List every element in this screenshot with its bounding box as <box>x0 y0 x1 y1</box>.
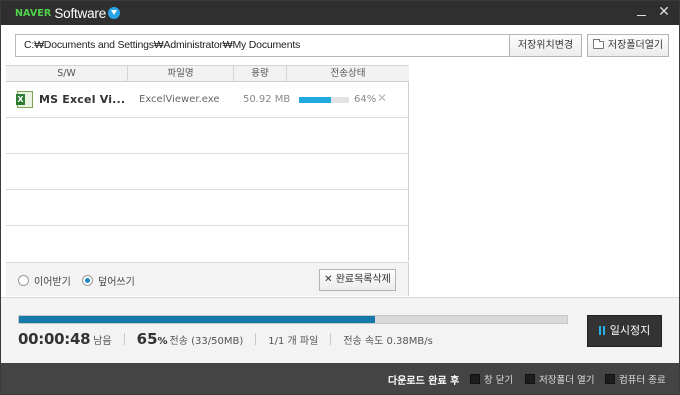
save-path-field[interactable]: C:₩Documents and Settings₩Administrator₩… <box>15 34 510 57</box>
open-folder-button[interactable]: 저장폴더열기 <box>587 34 669 57</box>
checkbox-icon <box>605 374 615 384</box>
pause-icon <box>598 326 605 335</box>
radio-circle-icon <box>18 275 29 286</box>
brand-software-text: Software <box>54 5 107 21</box>
software-name: MS Excel Vi... <box>39 93 126 106</box>
change-location-button[interactable]: 저장위치변경 <box>509 34 582 57</box>
checkbox-icon <box>470 374 480 384</box>
table-header: S/W 파일명 용량 전송상태 <box>6 65 409 82</box>
pause-button[interactable]: 일시정지 <box>587 315 662 347</box>
status-area: 00:00:48 남음 65 % 전송 (33/50MB) 1/1 개 파일 전… <box>1 297 679 363</box>
resume-radio[interactable]: 이어받기 <box>18 273 71 288</box>
divider <box>255 333 257 345</box>
checkbox-icon <box>525 374 535 384</box>
row-progress-bar <box>299 97 349 103</box>
open-folder-option-label: 저장폴더 열기 <box>539 375 595 386</box>
transfer-speed: 전송 속도 0.38MB/s <box>343 336 433 347</box>
column-header-status[interactable]: 전송상태 <box>287 66 409 82</box>
folder-icon <box>592 39 604 49</box>
download-manager-window: NAVER Software ✕ C:₩Documents and Settin… <box>0 0 680 395</box>
column-header-filename[interactable]: 파일명 <box>128 66 234 82</box>
column-header-size[interactable]: 용량 <box>234 66 287 82</box>
file-count: 1/1 개 파일 <box>268 336 319 347</box>
shutdown-checkbox[interactable]: 컴퓨터 종료 <box>605 372 666 386</box>
time-remaining: 00:00:48 <box>18 330 91 348</box>
file-name: ExcelViewer.exe <box>139 94 220 105</box>
row-divider <box>6 117 409 118</box>
row-divider <box>6 153 409 154</box>
close-window-checkbox[interactable]: 창 닫기 <box>470 372 513 386</box>
divider <box>330 333 332 345</box>
time-remaining-suffix: 남음 <box>93 336 112 347</box>
brand-naver-text: NAVER <box>15 7 52 19</box>
file-size: 50.92 MB <box>243 94 291 105</box>
open-folder-checkbox[interactable]: 저장폴더 열기 <box>525 372 594 386</box>
overall-progress-fill <box>19 316 376 323</box>
excel-icon <box>16 91 33 108</box>
remove-row-icon[interactable]: ✕ <box>377 91 387 105</box>
minimize-icon[interactable] <box>633 4 649 20</box>
title-bar[interactable]: NAVER Software ✕ <box>1 1 679 25</box>
table-row[interactable]: MS Excel Vi... ExcelViewer.exe 50.92 MB … <box>6 83 409 117</box>
pause-label: 일시정지 <box>609 324 651 337</box>
footer-bar: 다운로드 완료 후 창 닫기 저장폴더 열기 컴퓨터 종료 <box>1 363 679 394</box>
overwrite-label: 덮어쓰기 <box>98 277 135 288</box>
column-header-sw[interactable]: S/W <box>6 66 128 82</box>
overwrite-radio[interactable]: 덮어쓰기 <box>82 273 135 288</box>
clear-completed-button[interactable]: ✕ 완료목록삭제 <box>319 269 396 291</box>
transfer-stats: 00:00:48 남음 65 % 전송 (33/50MB) 1/1 개 파일 전… <box>18 330 433 348</box>
options-bar: 이어받기 덮어쓰기 ✕ 완료목록삭제 <box>6 262 409 296</box>
close-small-icon: ✕ <box>324 274 333 285</box>
transfer-amount: 전송 (33/50MB) <box>169 336 244 347</box>
row-percent: 64% <box>354 94 377 105</box>
download-table: S/W 파일명 용량 전송상태 MS Excel Vi... ExcelView… <box>6 65 409 261</box>
percent-unit: % <box>157 336 168 347</box>
close-window-label: 창 닫기 <box>484 375 514 386</box>
overall-progress-bar <box>18 315 568 324</box>
after-download-label: 다운로드 완료 후 <box>388 376 460 387</box>
open-folder-label: 저장폴더열기 <box>607 40 664 51</box>
row-divider <box>6 225 409 226</box>
download-circle-icon <box>108 7 121 19</box>
row-progress-fill <box>299 97 331 103</box>
close-icon[interactable]: ✕ <box>656 4 672 20</box>
overall-percent: 65 <box>136 330 158 348</box>
shutdown-label: 컴퓨터 종료 <box>619 375 666 386</box>
clear-completed-label: 완료목록삭제 <box>335 274 391 285</box>
row-divider <box>6 189 409 190</box>
radio-checked-icon <box>82 275 93 286</box>
divider <box>123 333 125 345</box>
app-logo: NAVER Software <box>15 5 121 21</box>
resume-label: 이어받기 <box>34 277 71 288</box>
